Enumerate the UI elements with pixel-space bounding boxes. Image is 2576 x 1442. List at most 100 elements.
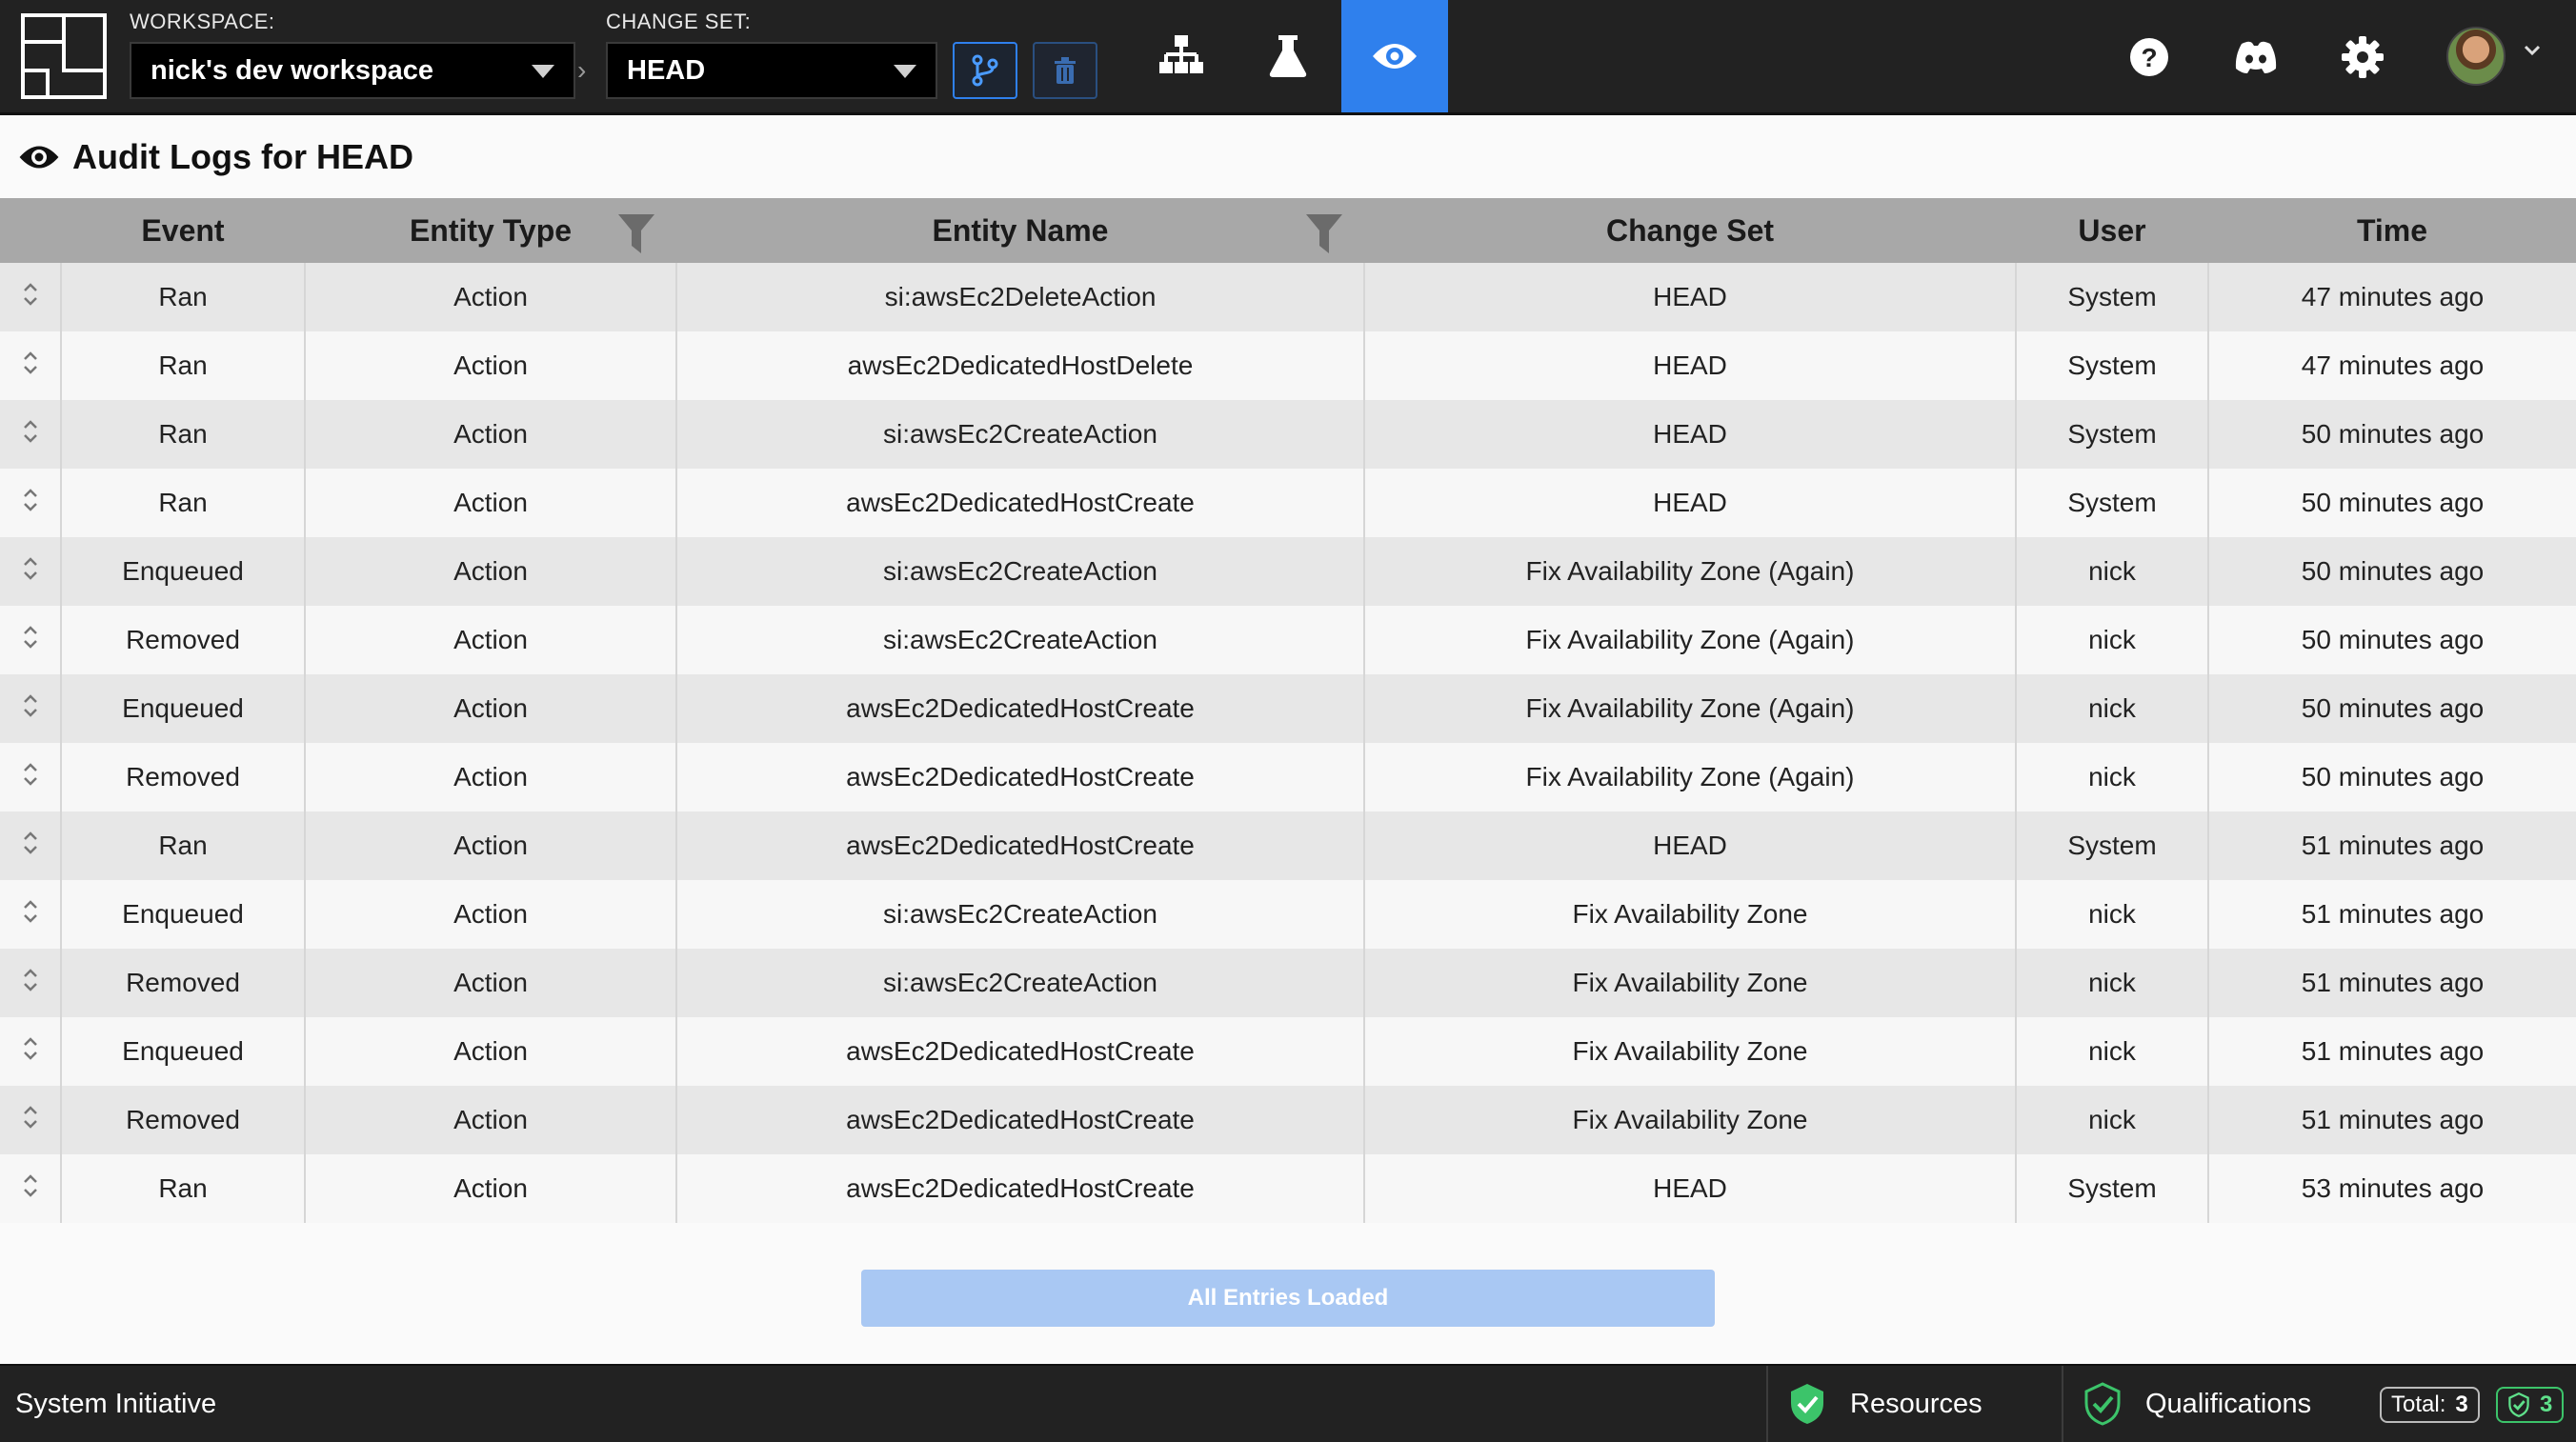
- column-header-entity-type[interactable]: Entity Type: [305, 198, 676, 263]
- beaker-icon: [1269, 35, 1307, 77]
- chevron-down-icon: [532, 65, 554, 78]
- expand-icon: [23, 282, 37, 306]
- cell-entity-type: Action: [305, 537, 677, 606]
- cell-change-set: HEAD: [1364, 1154, 2017, 1223]
- column-header-label: Change Set: [1605, 212, 1775, 248]
- cell-event: Enqueued: [61, 1017, 306, 1086]
- user-avatar[interactable]: [2446, 27, 2506, 86]
- row-expand-cell[interactable]: [0, 469, 62, 537]
- settings-button[interactable]: [2336, 30, 2389, 84]
- cell-event: Enqueued: [61, 537, 306, 606]
- row-expand-cell[interactable]: [0, 1017, 62, 1086]
- row-expand-cell[interactable]: [0, 743, 62, 811]
- cell-entity-type: Action: [305, 1154, 677, 1223]
- check-shield-icon: [2084, 1382, 2121, 1426]
- column-header-time[interactable]: Time: [2208, 198, 2576, 263]
- expand-icon: [23, 625, 37, 649]
- expand-icon: [23, 1105, 37, 1129]
- cell-event: Ran: [61, 1154, 306, 1223]
- discord-button[interactable]: [2229, 30, 2283, 84]
- table-row[interactable]: Enqueued Action si:awsEc2CreateAction Fi…: [0, 880, 2576, 949]
- cell-entity-name: si:awsEc2DeleteAction: [676, 263, 1365, 331]
- nav-customize-button[interactable]: [1235, 0, 1341, 112]
- all-entries-loaded-button[interactable]: All Entries Loaded: [861, 1270, 1715, 1327]
- eye-icon: [19, 146, 59, 169]
- cell-change-set: HEAD: [1364, 811, 2017, 880]
- status-resources[interactable]: Resources: [1766, 1366, 2062, 1442]
- table-row[interactable]: Removed Action si:awsEc2CreateAction Fix…: [0, 606, 2576, 674]
- row-expand-cell[interactable]: [0, 263, 62, 331]
- table-row[interactable]: Enqueued Action awsEc2DedicatedHostCreat…: [0, 1017, 2576, 1086]
- top-bar: WORKSPACE: nick's dev workspace › CHANGE…: [0, 0, 2576, 115]
- help-icon: ?: [2130, 38, 2168, 76]
- workspace-label: WORKSPACE:: [130, 10, 275, 33]
- cell-change-set: Fix Availability Zone: [1364, 1086, 2017, 1154]
- row-expand-cell[interactable]: [0, 331, 62, 400]
- row-expand-cell[interactable]: [0, 400, 62, 469]
- row-expand-cell[interactable]: [0, 606, 62, 674]
- table-row[interactable]: Ran Action awsEc2DedicatedHostCreate HEA…: [0, 469, 2576, 537]
- check-shield-icon: [1791, 1384, 1823, 1424]
- table-row[interactable]: Ran Action si:awsEc2CreateAction HEAD Sy…: [0, 400, 2576, 469]
- cell-entity-type: Action: [305, 1086, 677, 1154]
- cell-entity-type: Action: [305, 263, 677, 331]
- check-shield-icon: [2508, 1392, 2529, 1417]
- table-row[interactable]: Ran Action awsEc2DedicatedHostCreate HEA…: [0, 811, 2576, 880]
- table-row[interactable]: Removed Action awsEc2DedicatedHostCreate…: [0, 1086, 2576, 1154]
- cell-user: nick: [2016, 606, 2209, 674]
- column-header-entity-name[interactable]: Entity Name: [676, 198, 1364, 263]
- row-expand-cell[interactable]: [0, 1154, 62, 1223]
- changeset-select[interactable]: HEAD: [606, 42, 937, 99]
- cell-event: Enqueued: [61, 674, 306, 743]
- audit-log-table: Event Entity Type Entity Name Change Set…: [0, 198, 2576, 1223]
- create-changeset-button[interactable]: [953, 42, 1017, 99]
- si-logo-icon[interactable]: [21, 13, 107, 99]
- row-expand-cell[interactable]: [0, 811, 62, 880]
- nav-modeling-button[interactable]: [1128, 0, 1235, 112]
- nav-audit-button[interactable]: [1341, 0, 1448, 112]
- cell-change-set: Fix Availability Zone: [1364, 880, 2017, 949]
- table-row[interactable]: Ran Action si:awsEc2DeleteAction HEAD Sy…: [0, 263, 2576, 331]
- cell-time: 47 minutes ago: [2208, 331, 2576, 400]
- status-qualifications-label: Qualifications: [2145, 1388, 2312, 1419]
- column-header-expand: [0, 198, 61, 263]
- table-row[interactable]: Removed Action awsEc2DedicatedHostCreate…: [0, 743, 2576, 811]
- expand-icon: [23, 762, 37, 786]
- row-expand-cell[interactable]: [0, 1086, 62, 1154]
- row-expand-cell[interactable]: [0, 674, 62, 743]
- table-row[interactable]: Removed Action si:awsEc2CreateAction Fix…: [0, 949, 2576, 1017]
- table-row[interactable]: Enqueued Action awsEc2DedicatedHostCreat…: [0, 674, 2576, 743]
- workspace-select[interactable]: nick's dev workspace: [130, 42, 575, 99]
- cell-user: nick: [2016, 1017, 2209, 1086]
- cell-time: 47 minutes ago: [2208, 263, 2576, 331]
- row-expand-cell[interactable]: [0, 880, 62, 949]
- expand-icon: [23, 350, 37, 374]
- column-header-user[interactable]: User: [2016, 198, 2208, 263]
- filter-icon[interactable]: [1305, 213, 1343, 255]
- cell-entity-type: Action: [305, 880, 677, 949]
- expand-icon: [23, 968, 37, 991]
- cell-user: nick: [2016, 949, 2209, 1017]
- column-header-change-set[interactable]: Change Set: [1364, 198, 2016, 263]
- filter-icon[interactable]: [617, 213, 655, 255]
- row-expand-cell[interactable]: [0, 537, 62, 606]
- table-row[interactable]: Ran Action awsEc2DedicatedHostDelete HEA…: [0, 331, 2576, 400]
- column-header-event[interactable]: Event: [61, 198, 305, 263]
- cell-user: System: [2016, 811, 2209, 880]
- row-expand-cell[interactable]: [0, 949, 62, 1017]
- table-row[interactable]: Enqueued Action si:awsEc2CreateAction Fi…: [0, 537, 2576, 606]
- total-count-pill: Total: 3: [2380, 1387, 2480, 1423]
- help-button[interactable]: ?: [2123, 30, 2176, 84]
- chevron-down-icon[interactable]: [2523, 44, 2542, 57]
- table-row[interactable]: Ran Action awsEc2DedicatedHostCreate HEA…: [0, 1154, 2576, 1223]
- cell-entity-name: si:awsEc2CreateAction: [676, 880, 1365, 949]
- cell-change-set: HEAD: [1364, 400, 2017, 469]
- branch-icon: [972, 54, 998, 87]
- abandon-changeset-button[interactable]: [1033, 42, 1097, 99]
- cell-entity-type: Action: [305, 606, 677, 674]
- cell-time: 51 minutes ago: [2208, 880, 2576, 949]
- cell-change-set: Fix Availability Zone (Again): [1364, 606, 2017, 674]
- cell-time: 51 minutes ago: [2208, 811, 2576, 880]
- column-header-label: Entity Name: [932, 212, 1109, 248]
- cell-change-set: HEAD: [1364, 469, 2017, 537]
